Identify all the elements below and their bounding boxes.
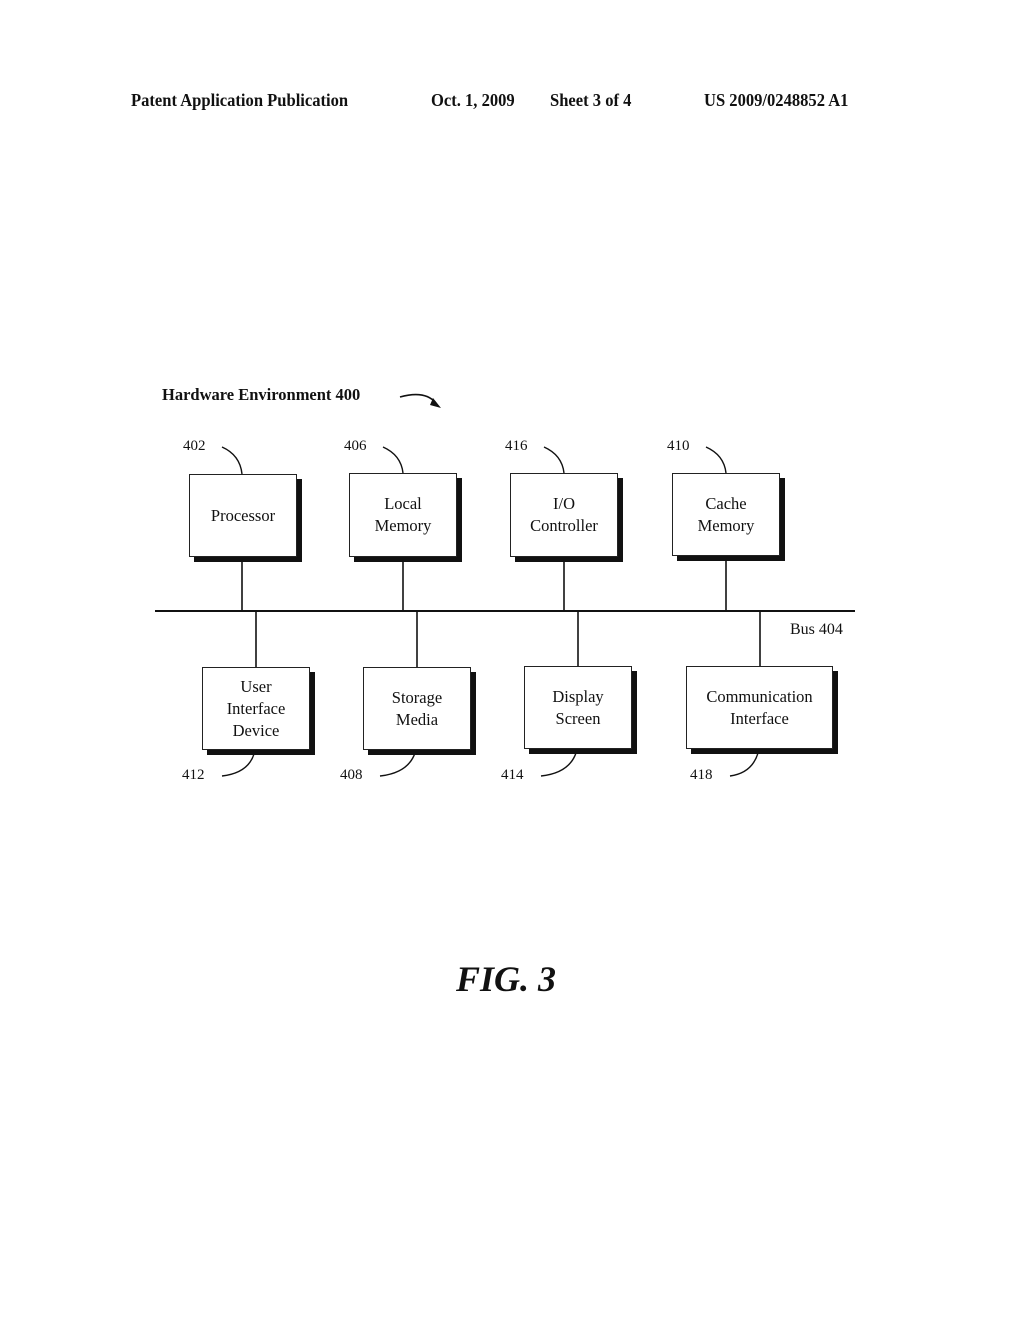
box-label: I/O <box>552 494 575 513</box>
figure-label: FIG. 3 <box>456 959 557 999</box>
box-label: Memory <box>697 515 755 535</box>
leader-414 <box>540 752 577 777</box>
ref-410: 410 <box>667 438 690 454</box>
leader-410 <box>705 446 727 474</box>
bus-label: Bus 404 <box>790 621 843 638</box>
leader-406 <box>382 446 404 474</box>
box-label: Screen <box>555 708 601 728</box>
ref-408: 408 <box>340 767 363 783</box>
leader-408 <box>379 752 416 777</box>
box-label: Storage <box>391 687 443 707</box>
io-controller-box: I/O Controller <box>510 473 618 557</box>
box-label: Media <box>395 709 439 729</box>
box-label: Memory <box>374 516 432 535</box>
box-label: Interface <box>730 708 789 728</box>
local-memory-box: Local Memory <box>349 473 457 557</box>
box-label: Display <box>552 686 604 706</box>
processor-box: Processor <box>189 474 297 557</box>
display-screen-box: Display Screen <box>524 666 632 749</box>
user-interface-device-box: User Interface Device <box>202 667 310 750</box>
box-label: Local <box>384 494 422 513</box>
leader-418 <box>729 752 759 777</box>
ref-416: 416 <box>505 438 528 454</box>
communication-interface-box: Communication Interface <box>686 666 833 749</box>
storage-media-box: Storage Media <box>363 667 471 750</box>
ref-418: 418 <box>690 767 713 783</box>
ref-412: 412 <box>182 767 205 783</box>
leader-416 <box>543 446 565 474</box>
box-label: Processor <box>210 505 276 525</box>
ref-414: 414 <box>501 767 524 783</box>
box-label: Device <box>232 720 280 740</box>
box-label: Communication <box>706 686 813 706</box>
box-label: Controller <box>530 516 598 535</box>
box-label: User <box>240 676 272 696</box>
title-arrow <box>399 393 437 404</box>
leader-402 <box>221 446 243 475</box>
connector-lines <box>155 393 855 777</box>
cache-memory-box: Cache Memory <box>672 473 780 556</box>
box-label: Cache <box>705 493 747 513</box>
ref-406: 406 <box>344 438 367 454</box>
leader-412 <box>221 753 255 777</box>
box-label: Interface <box>226 698 286 718</box>
ref-402: 402 <box>183 438 206 454</box>
